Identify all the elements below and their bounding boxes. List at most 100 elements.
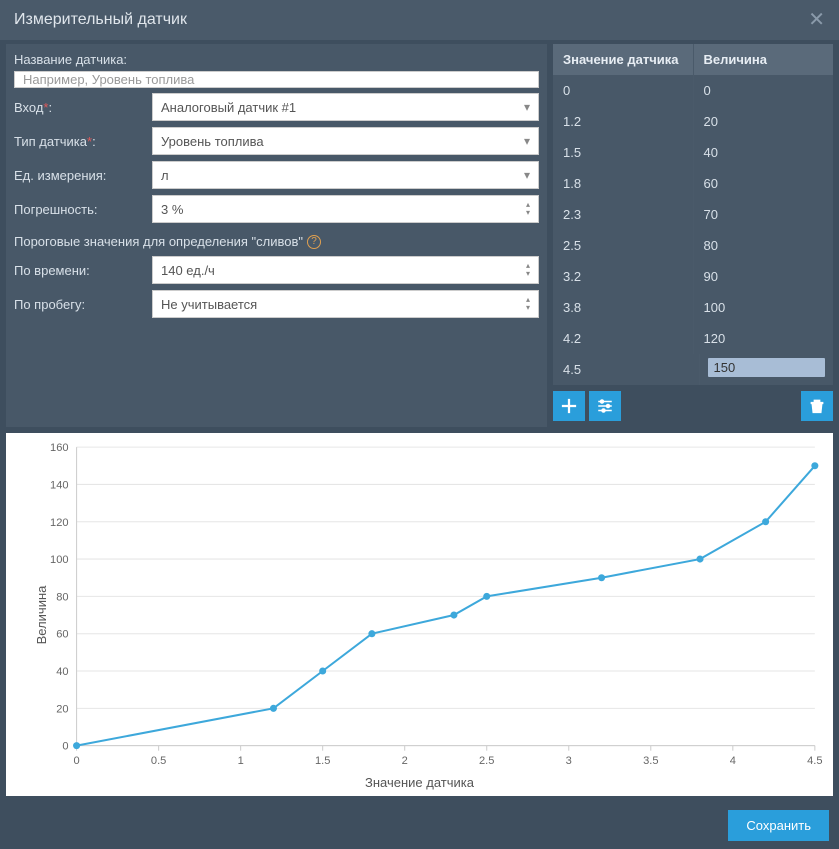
type-select-value: Уровень топлива (161, 134, 264, 149)
stepper-arrows-icon[interactable]: ▴▾ (526, 296, 530, 312)
cell-sensor[interactable]: 2.5 (553, 230, 694, 261)
by-time-value: 140 ед./ч (161, 263, 215, 278)
cell-value[interactable]: 80 (694, 230, 834, 261)
svg-text:20: 20 (56, 703, 68, 715)
cell-value[interactable]: 0 (694, 75, 834, 106)
cell-sensor[interactable]: 4.2 (553, 323, 694, 354)
type-label: Тип датчика*: (14, 134, 144, 149)
chart: 02040608010012014016000.511.522.533.544.… (6, 433, 833, 796)
table-body: 001.2201.5401.8602.3702.5803.2903.81004.… (553, 75, 833, 385)
chevron-down-icon: ▾ (524, 100, 530, 114)
svg-text:0: 0 (62, 741, 68, 753)
input-select[interactable]: Аналоговый датчик #1 ▾ (152, 93, 539, 121)
save-button[interactable]: Сохранить (728, 810, 829, 841)
svg-text:1: 1 (238, 755, 244, 767)
add-button[interactable] (553, 391, 585, 421)
table-row[interactable]: 1.540 (553, 137, 833, 168)
table-header: Значение датчика Величина (553, 44, 833, 75)
cell-sensor[interactable]: 4.5 (553, 354, 700, 385)
titlebar: Измерительный датчик ✕ (0, 0, 839, 40)
svg-text:0: 0 (74, 755, 80, 767)
table-row[interactable]: 2.580 (553, 230, 833, 261)
cell-value[interactable]: 40 (694, 137, 834, 168)
sensor-dialog: Измерительный датчик ✕ Название датчика:… (0, 0, 839, 837)
input-select-value: Аналоговый датчик #1 (161, 100, 296, 115)
svg-text:4.5: 4.5 (807, 755, 822, 767)
table-pane: Значение датчика Величина 001.2201.5401.… (553, 44, 833, 427)
svg-text:120: 120 (50, 517, 68, 529)
svg-text:4: 4 (730, 755, 736, 767)
input-label: Вход*: (14, 100, 144, 115)
cell-value[interactable]: 150 (700, 354, 834, 385)
by-distance-value: Не учитывается (161, 297, 257, 312)
form-pane: Название датчика: Вход*: Аналоговый датч… (6, 44, 547, 427)
stepper-arrows-icon[interactable]: ▴▾ (526, 201, 530, 217)
chart-pane: 02040608010012014016000.511.522.533.544.… (6, 433, 833, 796)
x-axis-label: Значение датчика (365, 775, 474, 790)
svg-text:60: 60 (56, 629, 68, 641)
error-value: 3 % (161, 202, 183, 217)
unit-select[interactable]: л ▾ (152, 161, 539, 189)
table-row[interactable]: 1.860 (553, 168, 833, 199)
by-distance-label: По пробегу: (14, 297, 144, 312)
table-row[interactable]: 2.370 (553, 199, 833, 230)
cell-sensor[interactable]: 1.2 (553, 106, 694, 137)
table-row[interactable]: 1.220 (553, 106, 833, 137)
sliders-icon (596, 397, 614, 415)
svg-text:2.5: 2.5 (479, 755, 494, 767)
name-input[interactable] (23, 72, 530, 87)
name-input-wrapper (14, 71, 539, 88)
cell-sensor[interactable]: 1.5 (553, 137, 694, 168)
cell-value[interactable]: 20 (694, 106, 834, 137)
cell-value[interactable]: 70 (694, 199, 834, 230)
cell-value[interactable]: 100 (694, 292, 834, 323)
col-sensor: Значение датчика (553, 44, 694, 75)
unit-label: Ед. измерения: (14, 168, 144, 183)
cell-sensor[interactable]: 3.2 (553, 261, 694, 292)
svg-text:160: 160 (50, 442, 68, 454)
dialog-footer: Сохранить (0, 802, 839, 849)
name-label: Название датчика: (14, 52, 539, 67)
table-row[interactable]: 4.5150 (553, 354, 833, 385)
cell-sensor[interactable]: 0 (553, 75, 694, 106)
delete-button[interactable] (801, 391, 833, 421)
table-row[interactable]: 00 (553, 75, 833, 106)
table-row[interactable]: 3.290 (553, 261, 833, 292)
type-select[interactable]: Уровень топлива ▾ (152, 127, 539, 155)
svg-text:40: 40 (56, 666, 68, 678)
settings-button[interactable] (589, 391, 621, 421)
error-stepper[interactable]: 3 % ▴▾ (152, 195, 539, 223)
svg-text:3: 3 (566, 755, 572, 767)
y-axis-label: Величина (34, 585, 49, 644)
svg-text:100: 100 (50, 554, 68, 566)
upper-row: Название датчика: Вход*: Аналоговый датч… (6, 44, 833, 427)
svg-text:3.5: 3.5 (643, 755, 658, 767)
trash-icon (808, 397, 826, 415)
cell-sensor[interactable]: 1.8 (553, 168, 694, 199)
svg-text:80: 80 (56, 591, 68, 603)
help-icon[interactable]: ? (307, 235, 321, 249)
svg-text:140: 140 (50, 479, 68, 491)
stepper-arrows-icon[interactable]: ▴▾ (526, 262, 530, 278)
dialog-title: Измерительный датчик (14, 11, 187, 29)
plus-icon (560, 397, 578, 415)
svg-text:1.5: 1.5 (315, 755, 330, 767)
by-distance-stepper[interactable]: Не учитывается ▴▾ (152, 290, 539, 318)
dialog-content: Название датчика: Вход*: Аналоговый датч… (0, 40, 839, 802)
table-row[interactable]: 3.8100 (553, 292, 833, 323)
cell-value[interactable]: 120 (694, 323, 834, 354)
table-toolbar (553, 385, 833, 427)
cell-value[interactable]: 90 (694, 261, 834, 292)
by-time-label: По времени: (14, 263, 144, 278)
svg-text:0.5: 0.5 (151, 755, 166, 767)
cell-sensor[interactable]: 3.8 (553, 292, 694, 323)
col-value: Величина (694, 44, 834, 75)
threshold-section-label: Пороговые значения для определения "слив… (14, 228, 539, 251)
unit-select-value: л (161, 168, 169, 183)
close-icon[interactable]: ✕ (808, 10, 825, 30)
by-time-stepper[interactable]: 140 ед./ч ▴▾ (152, 256, 539, 284)
chevron-down-icon: ▾ (524, 168, 530, 182)
cell-value[interactable]: 60 (694, 168, 834, 199)
cell-sensor[interactable]: 2.3 (553, 199, 694, 230)
table-row[interactable]: 4.2120 (553, 323, 833, 354)
